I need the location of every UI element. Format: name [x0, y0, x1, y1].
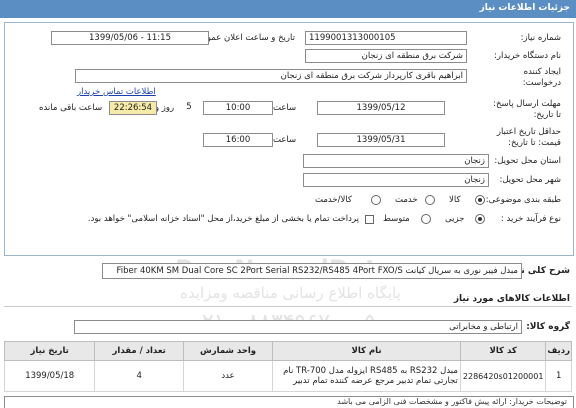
table-row: 1 2286420s01200001 مبدل RS232 به RS485 ا…: [3, 360, 572, 392]
category-service-radio[interactable]: [425, 195, 435, 205]
goods-table: ردیف کد کالا نام کالا واحد شمارش تعداد /…: [3, 341, 572, 392]
process-minor-radio[interactable]: [475, 214, 485, 224]
col-row-header: ردیف: [545, 341, 572, 361]
cell-unit: عدد: [182, 360, 274, 392]
validity-time-label: ساعت: [273, 135, 297, 145]
goods-group-label: گروه کالا:: [526, 322, 570, 332]
watermark-tagline: پایگاه اطلاع رسانی مناقصه ومزایده: [180, 284, 401, 302]
validity-date-field: 1399/05/31: [317, 133, 445, 147]
category-goods-label: کالا: [449, 195, 461, 205]
announce-datetime-field: 1399/05/06 - 11:15: [51, 31, 209, 45]
city-field: زنجان: [303, 173, 489, 187]
category-both-radio[interactable]: [371, 195, 381, 205]
requester-label: ایجاد کننده درخواست:: [499, 67, 561, 89]
requester-field: ابراهیم باقری کارپرداز شرکت برق منطقه ای…: [75, 69, 467, 83]
need-number-field: 1199001313000105: [305, 31, 467, 45]
buyer-org-label: نام دستگاه خریدار:: [494, 51, 561, 61]
remaining-label: ساعت باقی مانده: [39, 103, 103, 113]
process-medium-label: متوسط: [383, 214, 410, 224]
validity-time-field: 16:00: [203, 133, 273, 147]
requester-label-text: ایجاد کننده درخواست:: [522, 67, 561, 88]
cell-qty: 4: [94, 360, 184, 392]
category-goods-radio[interactable]: [475, 195, 485, 205]
need-number-label: شماره نیاز:: [520, 33, 561, 43]
validity-label: حداقل تاریخ اعتبار قیمت: تا تاریخ:: [496, 127, 561, 148]
category-service-label: خدمت: [395, 195, 418, 205]
payment-note: پرداخت تمام یا بخشی از مبلغ خرید،از محل …: [87, 214, 359, 224]
province-field: زنجان: [303, 154, 489, 168]
section-divider: [4, 306, 572, 307]
deadline-label: مهلت ارسال پاسخ: تا تاریخ:: [493, 99, 561, 120]
deadline-time-label: ساعت: [273, 103, 297, 113]
cell-date: 1399/05/18: [3, 360, 96, 392]
col-code-header: کد کالا: [459, 341, 547, 361]
goods-section-title: اطلاعات کالاهای مورد نیاز: [453, 294, 570, 304]
col-unit-header: واحد شمارش: [182, 341, 274, 361]
category-both-label: کالا/خدمت: [315, 195, 352, 205]
summary-field: مبدل فیبر نوری به سریال کیانت Fiber 40KM…: [102, 263, 522, 279]
page-title: جزئیات اطلاعات نیاز: [479, 3, 570, 13]
deadline-date-field: 1399/05/12: [317, 101, 445, 115]
category-label: طبقه بندی موضوعی:: [485, 195, 561, 205]
city-label: شهر محل تحویل:: [499, 175, 561, 185]
process-minor-label: جزیی: [445, 214, 465, 224]
buyer-notes-text: توضیحات خریدار: ارائه پیش فاکتور و مشخصا…: [337, 397, 567, 406]
process-medium-radio[interactable]: [421, 214, 431, 224]
need-details-panel: شماره نیاز: 1199001313000105 تاریخ و ساع…: [4, 22, 574, 256]
col-date-header: تاریخ نیاز: [3, 341, 96, 361]
cell-name: مبدل RS232 به RS485 ایزوله مدل TR-700 نا…: [272, 360, 461, 392]
deadline-time-field: 10:00: [203, 101, 273, 115]
province-label: استان محل تحویل:: [494, 156, 561, 166]
cell-code: 2286420s01200001: [459, 360, 547, 392]
process-label: نوع فرآیند خرید :: [500, 214, 561, 224]
col-name-header: نام کالا: [272, 341, 461, 361]
goods-table-header: ردیف کد کالا نام کالا واحد شمارش تعداد /…: [3, 341, 572, 361]
days-label: روز و: [155, 103, 175, 113]
page-header: جزئیات اطلاعات نیاز: [0, 0, 576, 18]
buyer-contact-link[interactable]: اطلاعات تماس خریدار: [77, 87, 156, 97]
remaining-time-field: 22:26:54: [109, 101, 157, 115]
col-qty-header: تعداد / مقدار: [94, 341, 184, 361]
cell-row: 1: [545, 360, 572, 392]
goods-group-field: ارتباطی و مخابراتی: [74, 320, 522, 334]
buyer-org-field: شرکت برق منطقه ای زنجان: [305, 49, 467, 63]
treasury-payment-checkbox[interactable]: [365, 215, 374, 224]
buyer-notes-box: توضیحات خریدار: ارائه پیش فاکتور و مشخصا…: [4, 396, 574, 408]
days-value: 5: [175, 101, 203, 113]
